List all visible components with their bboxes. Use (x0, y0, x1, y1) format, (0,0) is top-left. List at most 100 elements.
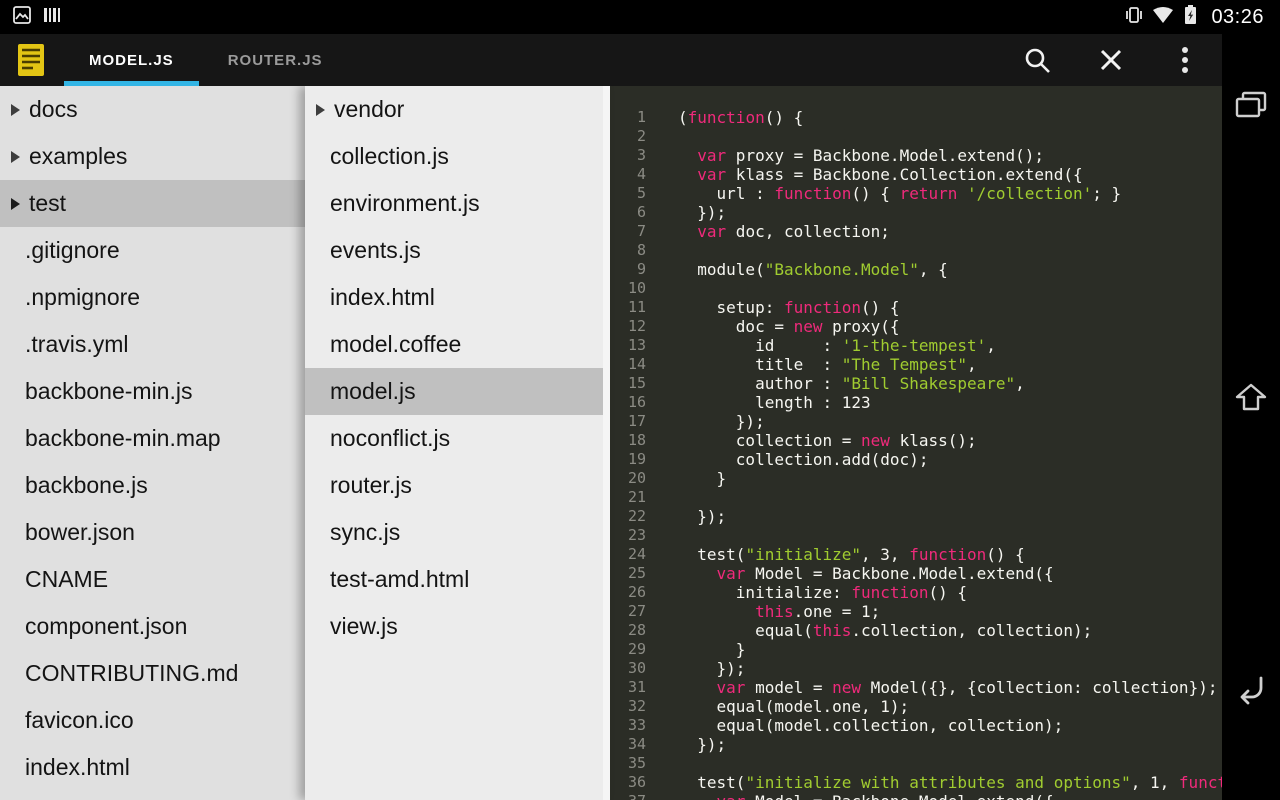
back-button[interactable] (1235, 675, 1267, 710)
folder-item-vendor[interactable]: vendor (305, 86, 610, 133)
file-item-backbone-js[interactable]: backbone.js (0, 462, 305, 509)
line-number: 7 (636, 222, 646, 240)
code-text: var proxy = Backbone.Model.extend(); (697, 146, 1045, 165)
folder-expand-icon (11, 197, 20, 210)
code-line: 21 (616, 488, 1222, 507)
code-text: title : "The Tempest", (678, 355, 977, 374)
item-label: test-amd.html (330, 566, 470, 592)
navigation-bar (1222, 34, 1280, 800)
close-button[interactable] (1074, 34, 1148, 86)
line-number: 22 (627, 507, 646, 525)
folder-item-examples[interactable]: examples (0, 133, 305, 180)
folder-expand-icon (11, 150, 20, 163)
code-line: 26 initialize: function() { (616, 583, 1222, 602)
folder-item-docs[interactable]: docs (0, 86, 305, 133)
tab-router-js[interactable]: ROUTER.JS (201, 34, 350, 86)
code-text: doc = new proxy({ (678, 317, 900, 336)
vibrate-icon (1126, 5, 1143, 30)
code-text: test("initialize with attributes and opt… (678, 773, 1222, 792)
line-number: 13 (627, 336, 646, 354)
code-line: 27 this.one = 1; (616, 602, 1222, 621)
recents-button[interactable] (1234, 90, 1268, 125)
code-text: var doc, collection; (697, 222, 890, 241)
file-item-index-html[interactable]: index.html (305, 274, 610, 321)
tab-label: MODEL.JS (89, 51, 174, 69)
item-label: component.json (25, 613, 188, 639)
code-line: 13 id : '1-the-tempest', (616, 336, 1222, 355)
code-line: 20 } (616, 469, 1222, 488)
item-label: docs (29, 96, 78, 122)
file-item-model-js[interactable]: model.js (305, 368, 610, 415)
item-label: .npmignore (25, 284, 141, 310)
code-text: module("Backbone.Model", { (678, 260, 948, 279)
code-text: }); (678, 412, 765, 431)
code-text: (function() { (678, 108, 804, 127)
file-item-noconflict-js[interactable]: noconflict.js (305, 415, 610, 462)
code-line: 30 }); (616, 659, 1222, 678)
code-text: author : "Bill Shakespeare", (678, 374, 1025, 393)
code-text: var Model = Backbone.Model.extend({ (678, 792, 1054, 800)
code-text: collection.add(doc); (678, 450, 929, 469)
code-line: 10 (616, 279, 1222, 298)
file-item-collection-js[interactable]: collection.js (305, 133, 610, 180)
file-item-router-js[interactable]: router.js (305, 462, 610, 509)
code-line: 33 equal(model.collection, collection); (616, 716, 1222, 735)
code-line: 24 test("initialize", 3, function() { (616, 545, 1222, 564)
code-editor[interactable]: 1 (function() {2 3 var proxy = Backbone.Mo… (610, 86, 1222, 800)
file-item-npmignore[interactable]: .npmignore (0, 274, 305, 321)
code-line: 31 var model = new Model({}, {collection… (616, 678, 1222, 697)
search-button[interactable] (1000, 34, 1074, 86)
overflow-menu-icon[interactable] (1148, 34, 1222, 86)
code-line: 22 }); (616, 507, 1222, 526)
code-line: 11 setup: function() { (616, 298, 1222, 317)
code-text: var klass = Backbone.Collection.extend({ (697, 165, 1083, 184)
code-line: 25 var Model = Backbone.Model.extend({ (616, 564, 1222, 583)
code-text: collection = new klass(); (678, 431, 977, 450)
screenshot-icon (12, 5, 32, 30)
file-item-travis-yml[interactable]: .travis.yml (0, 321, 305, 368)
line-number: 35 (627, 754, 646, 772)
code-text: test("initialize", 3, function() { (678, 545, 1025, 564)
code-text: id : '1-the-tempest', (678, 336, 996, 355)
item-label: test (29, 190, 67, 216)
file-item-favicon-ico[interactable]: favicon.ico (0, 697, 305, 744)
file-item-bower-json[interactable]: bower.json (0, 509, 305, 556)
code-line: 18 collection = new klass(); (616, 431, 1222, 450)
file-item-test-amd-html[interactable]: test-amd.html (305, 556, 610, 603)
code-line: 5 url : function() { return '/collection… (616, 184, 1222, 203)
file-item-index-html[interactable]: index.html (0, 744, 305, 791)
scrollbar[interactable] (603, 86, 610, 800)
item-label: environment.js (330, 190, 480, 216)
status-bar: 03:26 (0, 0, 1280, 34)
file-item-contributing-md[interactable]: CONTRIBUTING.md (0, 650, 305, 697)
file-item-sync-js[interactable]: sync.js (305, 509, 610, 556)
file-item-model-coffee[interactable]: model.coffee (305, 321, 610, 368)
item-label: sync.js (330, 519, 401, 545)
app-icon[interactable] (0, 34, 62, 86)
line-number: 8 (636, 241, 646, 259)
line-number: 12 (627, 317, 646, 335)
file-item-gitignore[interactable]: .gitignore (0, 227, 305, 274)
file-item-backbone-min-js[interactable]: backbone-min.js (0, 368, 305, 415)
code-line: 16 length : 123 (616, 393, 1222, 412)
file-item-environment-js[interactable]: environment.js (305, 180, 610, 227)
code-line: 4 var klass = Backbone.Collection.extend… (616, 165, 1222, 184)
folder-item-test[interactable]: test (0, 180, 305, 227)
code-line: 37 var Model = Backbone.Model.extend({ (616, 792, 1222, 800)
code-line: 23 (616, 526, 1222, 545)
file-item-view-js[interactable]: view.js (305, 603, 610, 650)
folder-expand-icon (11, 103, 20, 116)
file-item-cname[interactable]: CNAME (0, 556, 305, 603)
tab-model-js[interactable]: MODEL.JS (62, 34, 201, 86)
file-item-component-json[interactable]: component.json (0, 603, 305, 650)
line-number: 32 (627, 697, 646, 715)
android-screen: 03:26 MODEL.JS ROUTER.JS docs examples t… (0, 0, 1280, 800)
file-item-backbone-min-map[interactable]: backbone-min.map (0, 415, 305, 462)
item-label: view.js (330, 613, 398, 639)
item-label: index.html (330, 284, 435, 310)
code-text: }); (678, 735, 727, 754)
item-label: model.coffee (330, 331, 462, 357)
file-item-events-js[interactable]: events.js (305, 227, 610, 274)
item-label: favicon.ico (25, 707, 134, 733)
home-button[interactable] (1234, 382, 1268, 417)
